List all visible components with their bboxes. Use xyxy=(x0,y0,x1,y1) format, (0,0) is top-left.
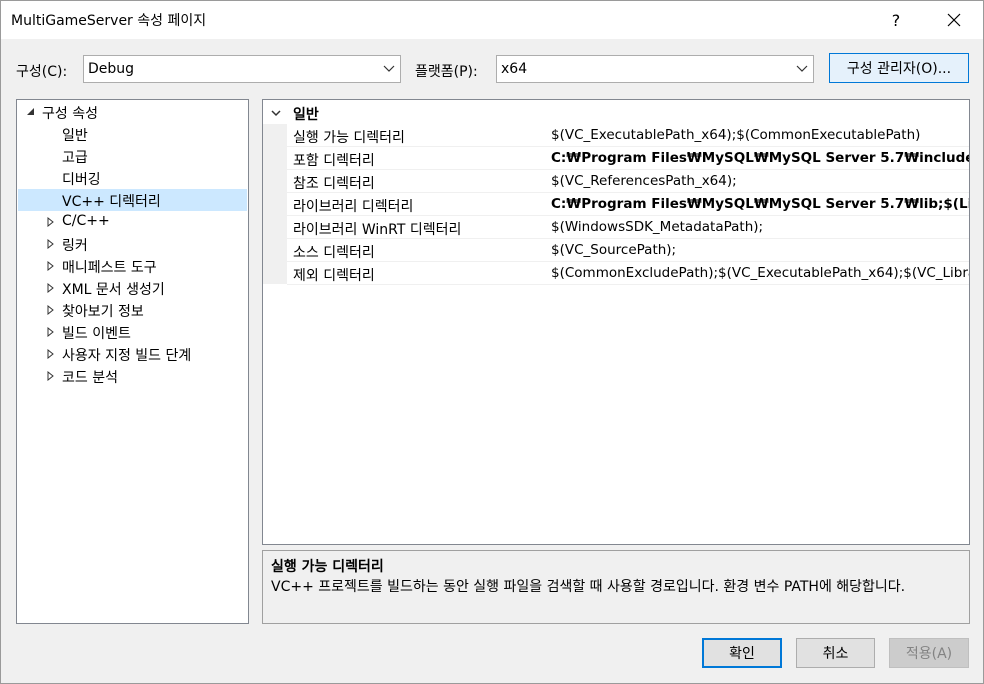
platform-label: 플랫폼(P): xyxy=(415,64,478,80)
tree-item-label: 링커 xyxy=(62,238,88,254)
property-value[interactable]: C:₩Program Files₩MySQL₩MySQL Server 5.7₩… xyxy=(551,196,969,212)
tree-item-browse-info[interactable]: 찾아보기 정보 xyxy=(18,299,247,321)
property-row-exclude-dirs[interactable]: 제외 디렉터리 $(CommonExcludePath);$(VC_Execut… xyxy=(287,262,969,285)
tree-item-label: 코드 분석 xyxy=(62,370,118,386)
property-name: 라이브러리 WinRT 디렉터리 xyxy=(293,222,462,238)
tree-item-label: 찾아보기 정보 xyxy=(62,304,144,320)
platform-value: x64 xyxy=(501,61,528,77)
tree-item-advanced[interactable]: 고급 xyxy=(18,145,247,167)
tree-item-label: 일반 xyxy=(62,128,88,144)
property-name: 라이브러리 디렉터리 xyxy=(293,199,414,215)
chevron-down-icon xyxy=(383,65,395,72)
property-value[interactable]: C:₩Program Files₩MySQL₩MySQL Server 5.7₩… xyxy=(551,150,969,166)
platform-dropdown[interactable]: x64 xyxy=(496,55,814,83)
close-button[interactable] xyxy=(931,1,977,39)
property-name: 포함 디렉터리 xyxy=(293,153,375,169)
tree-item-label: VC++ 디렉터리 xyxy=(62,194,161,210)
tree-item-label: C/C++ xyxy=(62,213,110,229)
chevron-down-icon[interactable] xyxy=(270,107,282,119)
expand-triangle-icon[interactable] xyxy=(46,217,56,227)
category-general[interactable]: 일반 xyxy=(263,102,969,124)
tree-item-linker[interactable]: 링커 xyxy=(18,233,247,255)
expand-triangle-icon[interactable] xyxy=(46,305,56,315)
property-name: 소스 디렉터리 xyxy=(293,245,375,261)
tree-item-label: 고급 xyxy=(62,150,88,166)
property-name: 참조 디렉터리 xyxy=(293,176,375,192)
property-row-library-dirs[interactable]: 라이브러리 디렉터리 C:₩Program Files₩MySQL₩MySQL … xyxy=(287,193,969,216)
expand-triangle-icon[interactable] xyxy=(46,239,56,249)
tree-item-general[interactable]: 일반 xyxy=(18,123,247,145)
config-manager-button[interactable]: 구성 관리자(O)... xyxy=(829,53,969,83)
tree-item-label: 사용자 지정 빌드 단계 xyxy=(62,348,192,364)
property-value[interactable]: $(VC_ExecutablePath_x64);$(CommonExecuta… xyxy=(551,127,920,143)
property-row-executable-dirs[interactable]: 실행 가능 디렉터리 $(VC_ExecutablePath_x64);$(Co… xyxy=(287,124,969,147)
tree-item-xml-doc-generator[interactable]: XML 문서 생성기 xyxy=(18,277,247,299)
tree-item-label: 빌드 이벤트 xyxy=(62,326,131,342)
tree-item-label: 디버깅 xyxy=(62,172,101,188)
tree-item-vc-directories[interactable]: VC++ 디렉터리 xyxy=(18,189,247,211)
property-pages-dialog: MultiGameServer 속성 페이지 ? 구성(C): Debug 플랫… xyxy=(0,0,984,684)
property-grid: 일반 실행 가능 디렉터리 $(VC_ExecutablePath_x64);$… xyxy=(262,99,970,545)
category-label: 일반 xyxy=(293,107,319,123)
config-value: Debug xyxy=(88,61,135,77)
tree-item-custom-build-step[interactable]: 사용자 지정 빌드 단계 xyxy=(18,343,247,365)
description-title: 실행 가능 디렉터리 xyxy=(271,559,384,575)
close-icon xyxy=(947,13,961,27)
settings-tree: 구성 속성 일반 고급 디버깅 VC++ 디렉터리 C/C++ 링커 매니페스트… xyxy=(16,99,249,624)
property-row-include-dirs[interactable]: 포함 디렉터리 C:₩Program Files₩MySQL₩MySQL Ser… xyxy=(287,147,969,170)
config-dropdown[interactable]: Debug xyxy=(83,55,401,83)
property-row-winrt-library-dirs[interactable]: 라이브러리 WinRT 디렉터리 $(WindowsSDK_MetadataPa… xyxy=(287,216,969,239)
property-name: 제외 디렉터리 xyxy=(293,268,375,284)
expand-triangle-icon[interactable] xyxy=(46,371,56,381)
grid-gutter xyxy=(263,124,287,284)
property-name: 실행 가능 디렉터리 xyxy=(293,130,405,146)
tree-root-config-properties[interactable]: 구성 속성 xyxy=(18,101,247,123)
expand-triangle-icon[interactable] xyxy=(46,283,56,293)
expand-triangle-icon[interactable] xyxy=(46,327,56,337)
cancel-button[interactable]: 취소 xyxy=(796,638,875,668)
tree-item-label: 매니페스트 도구 xyxy=(62,260,157,276)
config-label: 구성(C): xyxy=(16,64,68,80)
property-value[interactable]: $(WindowsSDK_MetadataPath); xyxy=(551,219,763,235)
tree-item-label: XML 문서 생성기 xyxy=(62,282,165,298)
tree-item-cpp[interactable]: C/C++ xyxy=(18,211,247,233)
property-row-reference-dirs[interactable]: 참조 디렉터리 $(VC_ReferencesPath_x64); xyxy=(287,170,969,193)
tree-root-label: 구성 속성 xyxy=(42,106,98,122)
expand-triangle-icon[interactable] xyxy=(46,261,56,271)
description-text: VC++ 프로젝트를 빌드하는 동안 실행 파일을 검색할 때 사용할 경로입니… xyxy=(271,579,906,595)
tree-item-debugging[interactable]: 디버깅 xyxy=(18,167,247,189)
tree-item-manifest-tool[interactable]: 매니페스트 도구 xyxy=(18,255,247,277)
property-value[interactable]: $(VC_SourcePath); xyxy=(551,242,676,258)
description-panel: 실행 가능 디렉터리 VC++ 프로젝트를 빌드하는 동안 실행 파일을 검색할… xyxy=(262,550,970,624)
ok-button[interactable]: 확인 xyxy=(702,638,782,668)
property-value[interactable]: $(VC_ReferencesPath_x64); xyxy=(551,173,737,189)
window-title: MultiGameServer 속성 페이지 xyxy=(11,13,207,29)
expand-triangle-icon[interactable] xyxy=(46,349,56,359)
property-value[interactable]: $(CommonExcludePath);$(VC_ExecutablePath… xyxy=(551,265,969,281)
tree-item-code-analysis[interactable]: 코드 분석 xyxy=(18,365,247,387)
property-row-source-dirs[interactable]: 소스 디렉터리 $(VC_SourcePath); xyxy=(287,239,969,262)
chevron-down-icon xyxy=(796,65,808,72)
apply-button[interactable]: 적용(A) xyxy=(889,638,969,668)
help-button[interactable]: ? xyxy=(873,1,919,39)
title-bar: MultiGameServer 속성 페이지 ? xyxy=(1,1,983,39)
tree-item-build-events[interactable]: 빌드 이벤트 xyxy=(18,321,247,343)
collapse-triangle-icon[interactable] xyxy=(26,107,36,117)
